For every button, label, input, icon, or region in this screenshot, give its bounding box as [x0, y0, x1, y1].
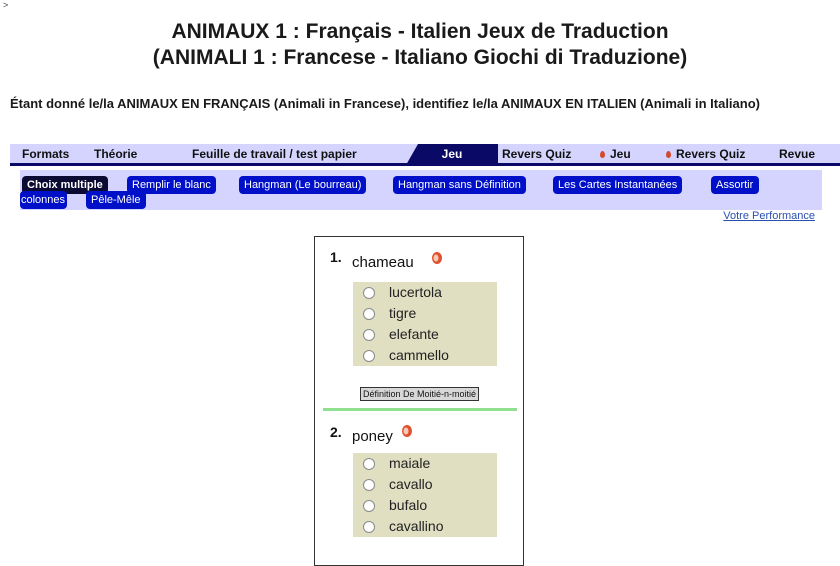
radio-button[interactable] [363, 458, 375, 470]
half-definition-button[interactable]: Définition De Moitié-n-moitié [360, 387, 480, 401]
tab-jeu-audio-label: Jeu [610, 147, 631, 161]
choice-option[interactable]: bufalo [353, 495, 497, 516]
main-tab-bar: Formats Théorie Feuille de travail / tes… [10, 144, 840, 166]
title-line-2: (ANIMALI 1 : Francese - Italiano Giochi … [152, 46, 688, 69]
speaker-icon[interactable] [401, 424, 413, 438]
choice-option[interactable]: cammello [353, 345, 497, 366]
mode-hangman-sans-definition[interactable]: Hangman sans Définition [393, 176, 526, 194]
choice-option[interactable]: maiale [353, 453, 497, 474]
quiz-card: 1. chameau lucertola tigre elefante camm… [314, 236, 524, 566]
radio-button[interactable] [363, 350, 375, 362]
choice-option[interactable]: tigre [353, 303, 497, 324]
mode-assortir-colonnes[interactable]: colonnes [20, 191, 68, 209]
choice-option[interactable]: elefante [353, 324, 497, 345]
speaker-icon[interactable] [431, 251, 443, 265]
choice-option[interactable]: cavallino [353, 516, 497, 537]
mode-pele-mele[interactable]: Pêle-Mêle [86, 191, 146, 209]
question-number: 2. [330, 424, 342, 440]
radio-button[interactable] [363, 308, 375, 320]
instructions: Étant donné le/la ANIMAUX EN FRANÇAIS (A… [10, 96, 760, 111]
tab-revers-quiz-audio[interactable]: Revers Quiz [666, 144, 745, 165]
choice-option[interactable]: lucertola [353, 282, 497, 303]
tab-worksheet[interactable]: Feuille de travail / test papier [192, 144, 357, 165]
game-mode-panel: Choix multiple Remplir le blanc Hangman … [20, 170, 822, 210]
mode-hangman[interactable]: Hangman (Le bourreau) [239, 176, 367, 194]
page-title: ANIMAUX 1 : Français - Italien Jeux de T… [0, 19, 840, 71]
choice-option[interactable]: cavallo [353, 474, 497, 495]
radio-button[interactable] [363, 521, 375, 533]
question-word: poney [352, 428, 393, 445]
tab-formats[interactable]: Formats [22, 144, 69, 165]
tab-jeu[interactable]: Jeu [406, 144, 498, 165]
radio-button[interactable] [363, 479, 375, 491]
radio-button[interactable] [363, 500, 375, 512]
title-line-1: ANIMAUX 1 : Français - Italien Jeux de T… [171, 20, 669, 43]
question-number: 1. [330, 249, 342, 265]
performance-link[interactable]: Votre Performance [723, 210, 815, 222]
radio-button[interactable] [363, 287, 375, 299]
radio-button[interactable] [363, 329, 375, 341]
tab-jeu-audio[interactable]: Jeu [600, 144, 631, 165]
sound-icon [600, 151, 605, 158]
mode-cartes-instantanees[interactable]: Les Cartes Instantanées [553, 176, 683, 194]
corner-mark: > [3, 0, 9, 10]
choice-list: maiale cavallo bufalo cavallino [353, 453, 497, 537]
question-separator [323, 408, 517, 411]
tab-revue[interactable]: Revue [779, 144, 815, 165]
question-word: chameau [352, 254, 414, 271]
mode-assortir-colonnes-top[interactable]: Assortir [711, 176, 759, 194]
tab-theorie[interactable]: Théorie [94, 144, 137, 165]
sound-icon [666, 151, 671, 158]
tab-revers-quiz[interactable]: Revers Quiz [502, 144, 571, 165]
choice-list: lucertola tigre elefante cammello [353, 282, 497, 366]
tab-revers-quiz-audio-label: Revers Quiz [676, 147, 746, 161]
